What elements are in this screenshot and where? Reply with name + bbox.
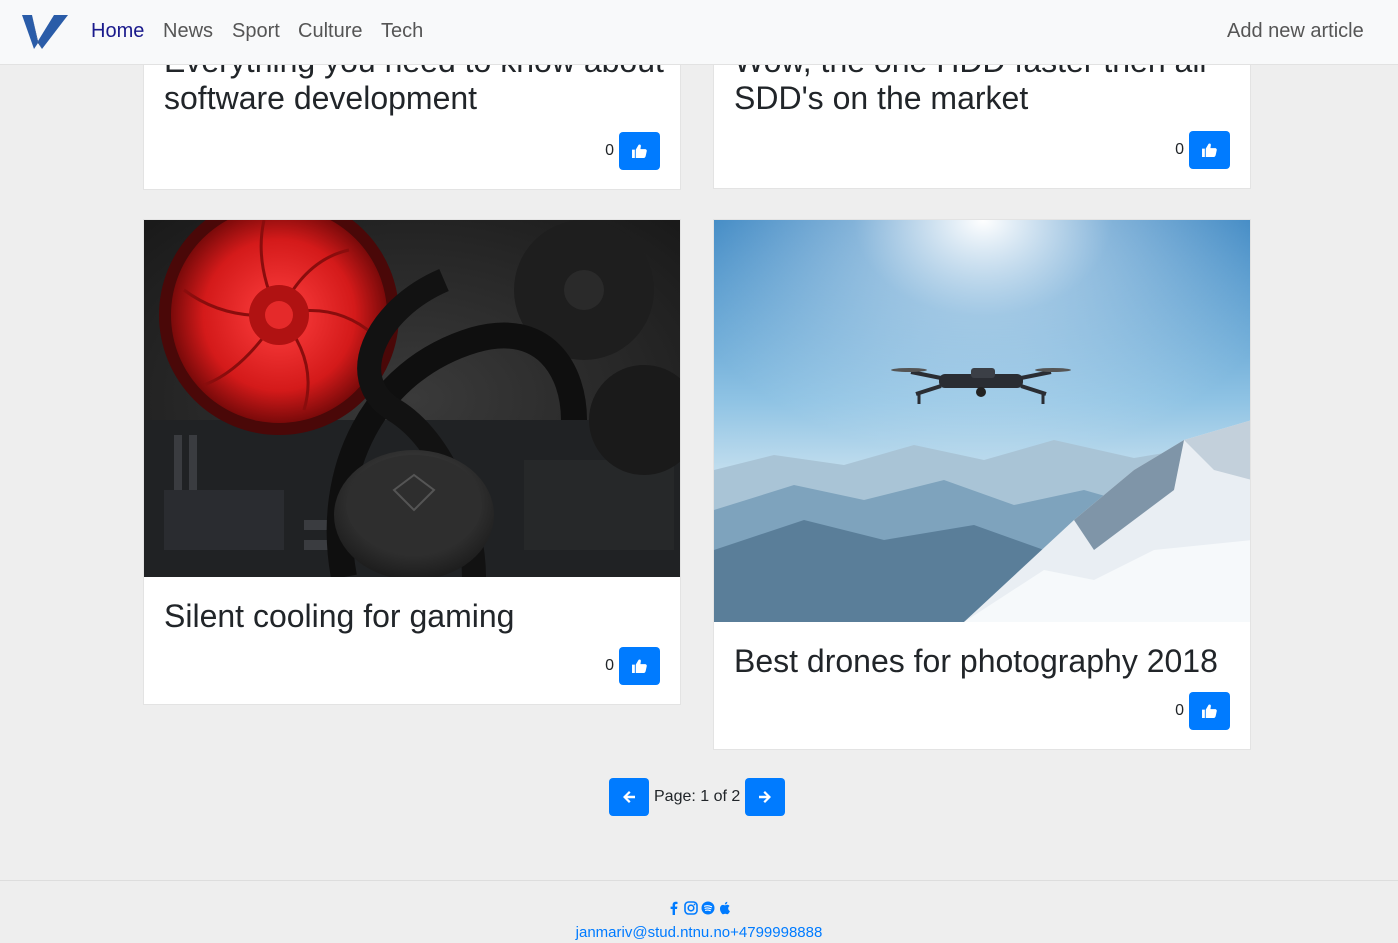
arrow-left-icon <box>623 791 635 803</box>
article-title[interactable]: Silent cooling for gaming <box>164 598 664 635</box>
like-group: 0 <box>605 132 660 170</box>
add-new-article-link[interactable]: Add new article <box>1227 19 1364 43</box>
like-count: 0 <box>1175 141 1184 158</box>
like-group: 0 <box>1175 131 1230 169</box>
contact-info[interactable]: janmariv@stud.ntnu.no+4799998888 <box>0 924 1398 941</box>
logo[interactable] <box>22 13 68 49</box>
drone-over-mountains-image <box>714 220 1250 622</box>
like-button[interactable] <box>1189 692 1230 730</box>
thumbs-up-icon <box>1202 143 1217 157</box>
nav-culture[interactable]: Culture <box>298 19 362 43</box>
facebook-icon[interactable] <box>667 901 681 915</box>
article-image[interactable] <box>144 220 680 577</box>
nav-news[interactable]: News <box>163 19 213 43</box>
spotify-icon[interactable] <box>701 901 715 915</box>
thumbs-up-icon <box>632 144 647 158</box>
navbar: Home News Sport Culture Tech Add new art… <box>0 0 1398 65</box>
red-cooling-fan-image <box>144 220 680 577</box>
pagination: Page: 1 of 2 <box>609 778 786 816</box>
footer: janmariv@stud.ntnu.no+4799998888 <box>0 880 1398 943</box>
previous-page-button[interactable] <box>609 778 649 816</box>
thumbs-up-icon <box>632 659 647 673</box>
arrow-right-icon <box>759 791 772 803</box>
like-count: 0 <box>605 657 614 674</box>
page-indicator: Page: 1 of 2 <box>654 788 741 805</box>
social-links <box>0 901 1398 915</box>
page: Everything you need to know about softwa… <box>0 0 1398 943</box>
instagram-icon[interactable] <box>683 901 698 915</box>
like-group: 0 <box>605 647 660 685</box>
thumbs-up-icon <box>1202 704 1217 718</box>
like-button[interactable] <box>1189 131 1230 169</box>
like-button[interactable] <box>619 132 660 170</box>
apple-icon[interactable] <box>718 901 732 915</box>
article-card[interactable]: Silent cooling for gaming 0 <box>143 219 681 705</box>
next-page-button[interactable] <box>745 778 786 816</box>
nav-home[interactable]: Home <box>91 19 144 43</box>
nav-tech[interactable]: Tech <box>381 19 423 43</box>
article-image[interactable] <box>714 220 1250 622</box>
nav-sport[interactable]: Sport <box>232 19 280 43</box>
article-title[interactable]: Best drones for photography 2018 <box>734 643 1244 680</box>
like-button[interactable] <box>619 647 660 685</box>
like-group: 0 <box>1175 692 1230 730</box>
article-card[interactable]: Best drones for photography 2018 0 <box>713 219 1251 750</box>
like-count: 0 <box>1175 702 1184 719</box>
like-count: 0 <box>605 142 614 159</box>
